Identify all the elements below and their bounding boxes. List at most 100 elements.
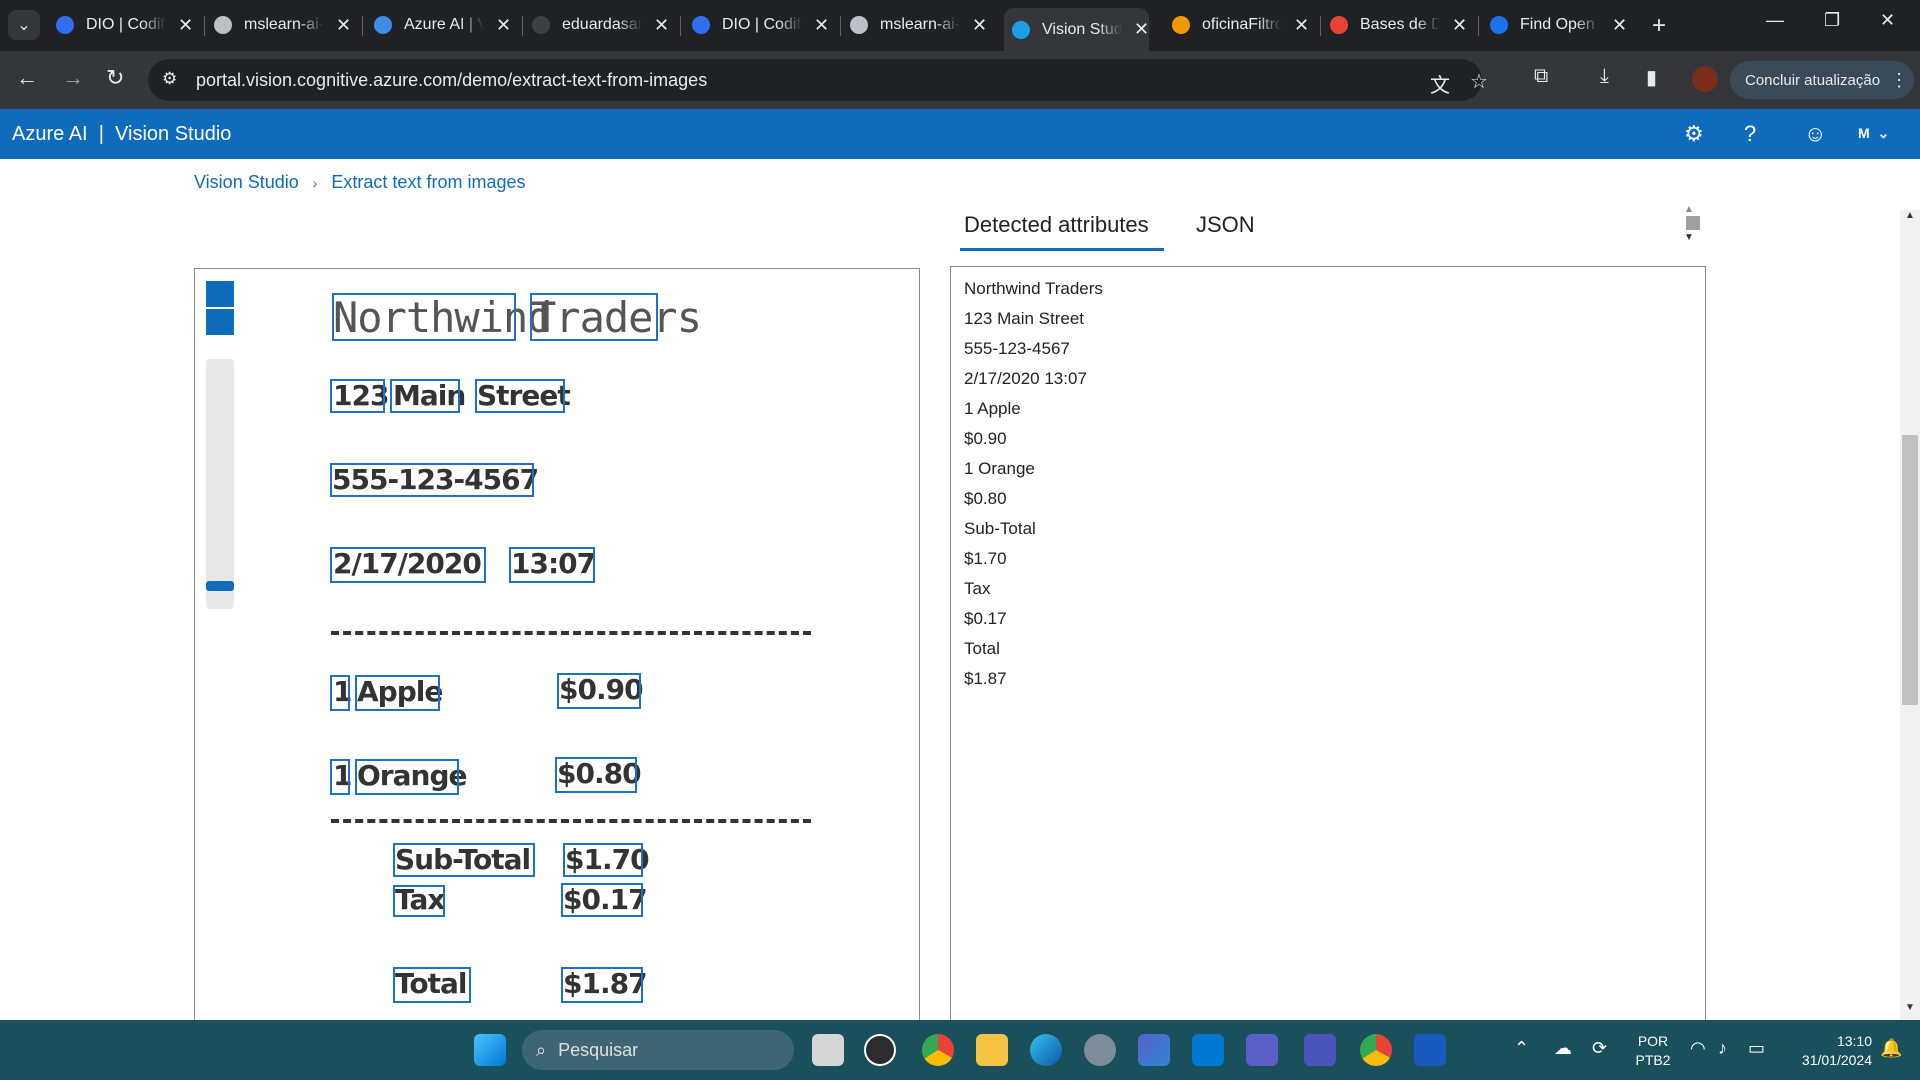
translate-icon[interactable]: 文 [1430,69,1450,98]
sync-icon[interactable]: ⟳ [1592,1038,1607,1059]
page-scrollbar[interactable]: ▲ ▼ [1900,210,1920,1020]
chrome-profile-icon[interactable] [1360,1034,1392,1066]
tab-detected-attributes[interactable]: Detected attributes [964,212,1149,238]
scroll-down-icon[interactable]: ▼ [1905,1002,1915,1013]
page-scroll-thumb[interactable] [1902,435,1918,705]
extensions-icon[interactable]: ⧉ [1534,65,1548,88]
bookmark-star-icon[interactable]: ☆ [1470,69,1488,94]
settings-icon[interactable]: ⚙ [1684,121,1704,147]
close-window-icon[interactable]: ✕ [1880,10,1895,31]
browser-tab[interactable]: Azure AI | Vision Studio ✕ [366,8,511,42]
minimize-icon[interactable]: — [1766,10,1784,31]
back-icon[interactable]: ← [16,65,38,91]
browser-tab[interactable]: Bases de Dados ✕ [1322,8,1467,42]
close-tab-icon[interactable]: ✕ [496,15,511,36]
close-tab-icon[interactable]: ✕ [1452,15,1467,36]
update-button-label: Concluir atualização [1745,71,1881,89]
tab-json[interactable]: JSON [1196,212,1255,238]
zoom-slider-thumb[interactable] [206,581,234,591]
site-info-icon[interactable]: ⚙ [162,69,177,89]
close-tab-icon[interactable]: ✕ [1612,15,1627,36]
clock[interactable]: 13:10 31/01/2024 [1782,1032,1872,1070]
teams-new-icon[interactable] [1304,1034,1336,1066]
tab-search-button[interactable]: ⌄ [8,10,40,40]
breadcrumb-root[interactable]: Vision Studio [194,172,299,193]
lang-top: POR [1637,1033,1669,1049]
tab-title: Find Open Datasets [1520,16,1600,33]
onedrive-icon[interactable]: ☁ [1554,1038,1572,1059]
url-text[interactable]: portal.vision.cognitive.azure.com/demo/e… [196,70,707,91]
tab-scroller[interactable]: ▲ ▼ [1684,204,1700,250]
detected-line: Total [964,639,1000,658]
copilot-icon[interactable] [1138,1034,1170,1066]
browser-tab[interactable]: mslearn-ai-vision ✕ [206,8,351,42]
close-tab-icon[interactable]: ✕ [178,15,193,36]
zoom-out-button[interactable] [206,309,234,335]
tab-favicon-icon [1330,16,1348,34]
file-explorer-icon[interactable] [976,1034,1008,1066]
feedback-icon[interactable]: ☺ [1804,121,1826,147]
vscode-icon[interactable] [1192,1034,1224,1066]
browser-tab[interactable]: Find Open Datasets ✕ [1482,8,1627,42]
close-tab-icon[interactable]: ✕ [336,15,351,36]
notification-bell-icon[interactable]: 🔔 [1880,1038,1902,1059]
dell-icon[interactable] [864,1034,896,1066]
tab-separator [1320,16,1321,36]
taskbar-search[interactable]: ⌕ Pesquisar [522,1030,794,1070]
teams-icon[interactable] [1246,1034,1278,1066]
chrome-icon[interactable] [922,1034,954,1066]
task-view-icon[interactable] [812,1034,844,1066]
close-tab-icon[interactable]: ✕ [972,15,987,36]
tab-favicon-icon [1490,16,1508,34]
word-icon[interactable] [1414,1034,1446,1066]
settings-app-icon[interactable] [1084,1034,1116,1066]
edge-icon[interactable] [1030,1034,1062,1066]
clock-time: 13:10 [1836,1033,1872,1049]
zoom-in-button[interactable] [206,281,234,307]
browser-tab[interactable]: DIO | Codifique o seu futuro ✕ [48,8,193,42]
new-tab-button[interactable]: + [1652,12,1666,40]
profile-avatar[interactable] [1692,66,1718,92]
side-panel-icon[interactable]: ▮ [1646,65,1657,90]
browser-tab-strip: ⌄ DIO | Codifique o seu futuro✕ mslearn-a… [0,0,1920,51]
reload-icon[interactable]: ↻ [106,65,124,91]
start-icon[interactable] [474,1034,506,1066]
help-icon[interactable]: ? [1744,121,1756,147]
browser-tab[interactable]: mslearn-ai-vision ✕ [842,8,987,42]
breadcrumb-current[interactable]: Extract text from images [331,172,525,193]
battery-icon[interactable]: ▭ [1748,1038,1765,1059]
close-tab-icon[interactable]: ✕ [1294,15,1309,36]
forward-icon[interactable]: → [62,65,84,91]
wifi-icon[interactable]: ◠ [1690,1038,1706,1059]
download-icon[interactable]: ⤓ [1600,65,1609,88]
close-tab-icon[interactable]: ✕ [1134,19,1149,40]
word-bounding-box [561,967,643,1003]
browser-tab[interactable]: DIO | Codifique o seu futuro ✕ [684,8,829,42]
address-bar[interactable]: ⚙ portal.vision.cognitive.azure.com/demo… [148,59,1488,101]
word-bounding-box [390,379,460,413]
scroll-up-icon[interactable]: ▲ [1905,210,1915,221]
update-button[interactable]: Concluir atualização ⋮ [1730,61,1914,99]
zoom-slider[interactable] [206,359,234,609]
lang-bottom: PTB2 [1635,1052,1671,1068]
scroll-thumb[interactable] [1686,216,1700,230]
detected-line: 1 Apple [964,399,1021,418]
browser-tab[interactable]: eduardasantos ✕ [524,8,669,42]
language-indicator[interactable]: POR PTB2 [1628,1032,1678,1070]
scroll-up-icon[interactable]: ▲ [1684,204,1694,215]
user-menu[interactable]: M ⌄ [1858,125,1889,142]
volume-icon[interactable]: ♪ [1718,1038,1727,1059]
active-tab-indicator [960,248,1164,251]
word-bounding-box [355,675,440,711]
browser-tab[interactable]: Vision Studio ✕ [1004,8,1150,51]
scroll-down-icon[interactable]: ▼ [1684,232,1694,243]
chevron-up-icon[interactable]: ⌃ [1514,1038,1529,1059]
word-bounding-box [530,293,658,341]
restore-icon[interactable]: ❐ [1824,10,1840,31]
tab-favicon-icon [214,16,232,34]
app-brand[interactable]: Azure AI | Vision Studio [12,123,231,146]
word-bounding-box [332,293,516,341]
close-tab-icon[interactable]: ✕ [814,15,829,36]
close-tab-icon[interactable]: ✕ [654,15,669,36]
browser-tab[interactable]: oficinaFiltros ✕ [1164,8,1309,42]
